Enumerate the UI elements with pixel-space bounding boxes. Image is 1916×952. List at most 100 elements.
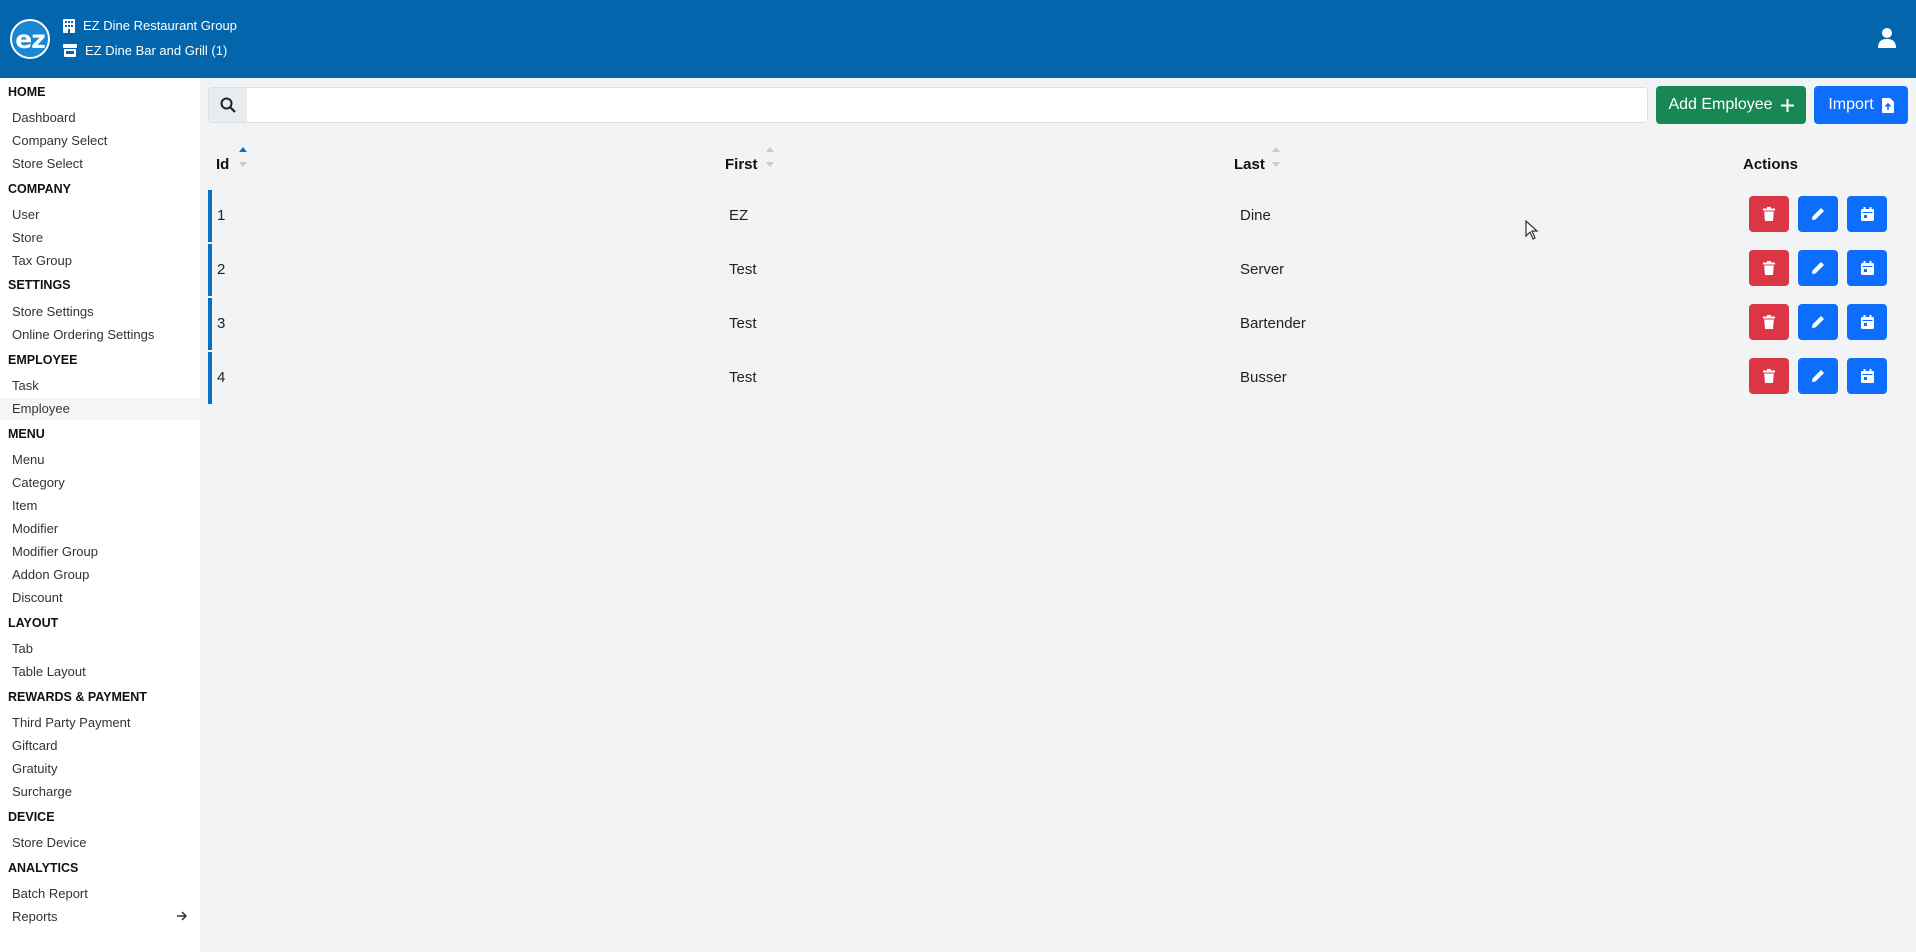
edit-button[interactable]: [1798, 358, 1838, 394]
delete-button[interactable]: [1749, 358, 1789, 394]
section-employee: EMPLOYEE: [8, 353, 78, 367]
schedule-button[interactable]: [1847, 250, 1887, 286]
table-row[interactable]: 3 Test Bartender: [208, 298, 1908, 350]
sidebar-item-dashboard[interactable]: Dashboard: [0, 107, 200, 129]
section-layout: LAYOUT: [8, 616, 59, 630]
cell-id: 1: [217, 207, 226, 224]
cell-first: EZ: [729, 207, 749, 224]
table-header: Id First Last Actions: [208, 136, 1908, 188]
section-company: COMPANY: [8, 182, 71, 196]
trash-icon: [1763, 369, 1775, 383]
sidebar-item-third-party-payment[interactable]: Third Party Payment: [0, 712, 200, 734]
sidebar-item-addon-group[interactable]: Addon Group: [0, 564, 200, 586]
pencil-icon: [1812, 370, 1824, 382]
table-row[interactable]: 4 Test Busser: [208, 352, 1908, 404]
trash-icon: [1763, 207, 1775, 221]
table-row[interactable]: 1 EZ Dine: [208, 190, 1908, 242]
edit-button[interactable]: [1798, 250, 1838, 286]
cell-last: Dine: [1240, 207, 1271, 224]
delete-button[interactable]: [1749, 196, 1789, 232]
add-employee-label: Add Employee: [1668, 96, 1773, 113]
cell-first: Test: [729, 261, 757, 278]
store-name: EZ Dine Bar and Grill (1): [85, 43, 228, 58]
cell-id: 2: [217, 261, 226, 278]
sidebar-item-tab[interactable]: Tab: [0, 638, 200, 660]
arrow-right-icon: [177, 911, 188, 921]
sidebar-item-modifier[interactable]: Modifier: [0, 518, 200, 540]
import-button[interactable]: Import: [1814, 86, 1908, 124]
file-import-icon: [1881, 97, 1894, 113]
import-label: Import: [1828, 96, 1874, 113]
sidebar-item-discount[interactable]: Discount: [0, 587, 200, 609]
sidebar-item-reports-label: Reports: [12, 909, 58, 924]
top-header: ez EZ Dine Restaurant Group EZ Dine Bar …: [0, 0, 1916, 78]
add-employee-button[interactable]: Add Employee: [1656, 86, 1806, 124]
logo-text: ez: [15, 24, 45, 54]
pencil-icon: [1812, 208, 1824, 220]
column-header-actions: Actions: [1743, 156, 1799, 173]
delete-button[interactable]: [1749, 250, 1789, 286]
sort-icon[interactable]: [764, 142, 776, 172]
main-content: Add Employee Import Id First Last Action…: [200, 78, 1916, 952]
sidebar-item-tax-group[interactable]: Tax Group: [0, 250, 200, 272]
search-icon[interactable]: [209, 88, 247, 122]
mouse-cursor-icon: [1525, 220, 1539, 240]
sidebar-item-company-select[interactable]: Company Select: [0, 130, 200, 152]
cell-last: Bartender: [1240, 315, 1306, 332]
calendar-icon: [1860, 315, 1874, 329]
column-header-first[interactable]: First: [725, 156, 758, 173]
sidebar-item-menu[interactable]: Menu: [0, 449, 200, 471]
edit-button[interactable]: [1798, 196, 1838, 232]
table-row[interactable]: 2 Test Server: [208, 244, 1908, 296]
edit-button[interactable]: [1798, 304, 1838, 340]
sidebar-item-reports[interactable]: Reports: [0, 906, 200, 928]
pencil-icon: [1812, 316, 1824, 328]
sidebar-item-gratuity[interactable]: Gratuity: [0, 758, 200, 780]
sort-icon[interactable]: [1270, 142, 1282, 172]
sidebar-item-batch-report[interactable]: Batch Report: [0, 883, 200, 905]
section-rewards-payment: REWARDS & PAYMENT: [8, 690, 147, 704]
sidebar-item-store-settings[interactable]: Store Settings: [0, 301, 200, 323]
sidebar-item-store-select[interactable]: Store Select: [0, 153, 200, 175]
delete-button[interactable]: [1749, 304, 1789, 340]
employee-table: Id First Last Actions 1 EZ Dine 2 Test S…: [208, 136, 1908, 404]
cell-id: 4: [217, 369, 226, 386]
ez-logo[interactable]: ez: [10, 19, 50, 59]
column-header-id[interactable]: Id: [216, 156, 229, 173]
sidebar-item-store-device[interactable]: Store Device: [0, 832, 200, 854]
sidebar-item-employee[interactable]: Employee: [0, 398, 200, 420]
sidebar-item-table-layout[interactable]: Table Layout: [0, 661, 200, 683]
sort-icon[interactable]: [237, 142, 249, 172]
trash-icon: [1763, 315, 1775, 329]
sidebar-item-store[interactable]: Store: [0, 227, 200, 249]
store-selector[interactable]: EZ Dine Bar and Grill (1): [63, 43, 227, 58]
column-header-last[interactable]: Last: [1234, 156, 1265, 173]
plus-icon: [1780, 98, 1794, 112]
search-input[interactable]: [247, 88, 1647, 122]
schedule-button[interactable]: [1847, 304, 1887, 340]
section-settings: SETTINGS: [8, 278, 71, 292]
sidebar-item-giftcard[interactable]: Giftcard: [0, 735, 200, 757]
cell-first: Test: [729, 315, 757, 332]
search-bar: [208, 87, 1648, 123]
schedule-button[interactable]: [1847, 358, 1887, 394]
sidebar-item-task[interactable]: Task: [0, 375, 200, 397]
cell-id: 3: [217, 315, 226, 332]
building-icon: [63, 18, 75, 33]
company-selector[interactable]: EZ Dine Restaurant Group: [63, 18, 237, 33]
sidebar-item-category[interactable]: Category: [0, 472, 200, 494]
trash-icon: [1763, 261, 1775, 275]
sidebar-item-surcharge[interactable]: Surcharge: [0, 781, 200, 803]
user-account-icon[interactable]: [1878, 28, 1896, 53]
schedule-button[interactable]: [1847, 196, 1887, 232]
section-device: DEVICE: [8, 810, 55, 824]
section-home: HOME: [8, 85, 46, 99]
calendar-icon: [1860, 261, 1874, 275]
section-menu: MENU: [8, 427, 45, 441]
sidebar-item-online-ordering-settings[interactable]: Online Ordering Settings: [0, 324, 200, 346]
sidebar-item-user[interactable]: User: [0, 204, 200, 226]
sidebar-item-modifier-group[interactable]: Modifier Group: [0, 541, 200, 563]
sidebar: HOME Dashboard Company Select Store Sele…: [0, 78, 200, 952]
store-icon: [63, 44, 77, 57]
sidebar-item-item[interactable]: Item: [0, 495, 200, 517]
